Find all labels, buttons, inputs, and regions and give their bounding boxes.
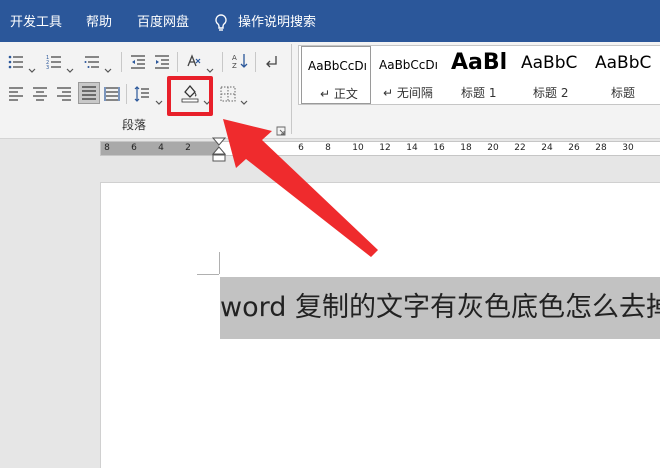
style-sample: AaBbCcDı — [308, 59, 367, 73]
chevron-down-icon[interactable] — [28, 59, 36, 73]
ruler-number: 12 — [379, 143, 391, 153]
document-text[interactable]: word 复制的文字有灰色底色怎么去掉 — [220, 277, 660, 339]
svg-text:3: 3 — [46, 65, 49, 70]
chevron-down-icon[interactable] — [104, 59, 112, 73]
baidu-watermark: Bai经验 jingyan.baidu.com — [502, 414, 652, 464]
svg-text:Z: Z — [232, 62, 237, 69]
ruler-number: 6 — [298, 143, 304, 153]
style-name: 标题 — [611, 86, 636, 100]
separator — [255, 52, 256, 72]
ruler-number: 14 — [406, 143, 418, 153]
ruler-number: 16 — [433, 143, 445, 153]
separator — [222, 52, 223, 72]
numbering-icon[interactable]: 123 — [46, 54, 62, 70]
style-name: ↵ 正文 — [320, 87, 358, 101]
decrease-indent-icon[interactable] — [130, 54, 146, 70]
watermark-brand: Bai经验 — [502, 420, 601, 450]
bullets-icon[interactable] — [8, 54, 24, 70]
separator — [121, 52, 122, 72]
sort-icon[interactable]: AZ — [232, 53, 248, 69]
style-sample: AaBbC — [521, 53, 578, 73]
style-name: ↵ 无间隔 — [383, 86, 433, 100]
style-sample: AaBbC — [595, 53, 652, 73]
align-center-icon[interactable] — [32, 86, 48, 102]
margin-corner-mark — [197, 274, 219, 275]
ruler-number: 6 — [131, 143, 137, 153]
style-sample: AaBl — [451, 50, 508, 75]
ruler-number: 20 — [487, 143, 499, 153]
style-title[interactable]: AaBbC 标题 — [589, 46, 660, 104]
ruler-number: 2 — [185, 143, 191, 153]
tab-help[interactable]: 帮助 — [86, 14, 112, 32]
style-heading-1[interactable]: AaBl 标题 1 — [447, 46, 509, 104]
tab-baidu-netdisk[interactable]: 百度网盘 — [137, 14, 189, 32]
group-label-paragraph: 段落 — [122, 118, 147, 132]
group-separator — [291, 44, 292, 134]
align-right-icon[interactable] — [56, 86, 72, 102]
indent-marker-icon[interactable] — [211, 137, 227, 163]
shading-highlight-box — [167, 76, 213, 116]
ruler-number: 30 — [622, 143, 634, 153]
chevron-down-icon[interactable] — [206, 59, 214, 73]
style-sample: AaBbCcDı — [379, 58, 438, 72]
ruler-number: 24 — [541, 143, 553, 153]
style-normal[interactable]: AaBbCcDı ↵ 正文 — [301, 46, 371, 104]
ruler-number: 26 — [568, 143, 580, 153]
ruler-number: 28 — [595, 143, 607, 153]
chevron-down-icon[interactable] — [155, 91, 163, 105]
ruler-number: 8 — [325, 143, 331, 153]
search-tell-me[interactable]: 操作说明搜索 — [238, 14, 316, 32]
separator — [177, 52, 178, 72]
justify-icon[interactable] — [81, 85, 97, 101]
borders-icon[interactable] — [220, 86, 236, 102]
ruler-number: 4 — [158, 143, 164, 153]
lightbulb-icon — [214, 13, 228, 33]
ruler-number: 18 — [460, 143, 472, 153]
dialog-launcher-icon[interactable] — [276, 121, 286, 136]
style-name: 标题 2 — [533, 86, 569, 100]
styles-gallery: AaBbCcDı ↵ 正文 AaBbCcDı ↵ 无间隔 AaBl 标题 1 A… — [298, 45, 660, 105]
chevron-down-icon[interactable] — [66, 59, 74, 73]
show-marks-icon[interactable] — [263, 54, 279, 70]
ribbon-home: 123 AZ 段落 AaBbCcDı ↵ 正文 AaBbCcDı ↵ 无间隔 A… — [0, 42, 660, 139]
tab-developer[interactable]: 开发工具 — [10, 14, 62, 32]
horizontal-ruler[interactable]: 8 6 4 2 6 8 10 12 14 16 18 20 22 24 26 2… — [100, 141, 660, 156]
style-name: 标题 1 — [461, 86, 497, 100]
asian-layout-icon[interactable] — [186, 54, 202, 70]
chevron-down-icon[interactable] — [240, 91, 248, 105]
watermark-url: jingyan.baidu.com — [510, 448, 612, 461]
ruler-number: 8 — [104, 143, 110, 153]
align-left-icon[interactable] — [8, 86, 24, 102]
ruler-number: 10 — [352, 143, 364, 153]
line-spacing-icon[interactable] — [134, 86, 150, 102]
style-heading-2[interactable]: AaBbC 标题 2 — [515, 46, 585, 104]
margin-corner-mark — [219, 252, 220, 274]
multilevel-list-icon[interactable] — [84, 54, 100, 70]
style-no-spacing[interactable]: AaBbCcDı ↵ 无间隔 — [373, 46, 445, 104]
increase-indent-icon[interactable] — [154, 54, 170, 70]
svg-text:A: A — [232, 54, 237, 62]
ruler-number: 22 — [514, 143, 526, 153]
separator — [126, 84, 127, 104]
distributed-icon[interactable] — [104, 86, 120, 102]
ribbon-tab-bar: 开发工具 帮助 百度网盘 操作说明搜索 — [0, 0, 660, 42]
